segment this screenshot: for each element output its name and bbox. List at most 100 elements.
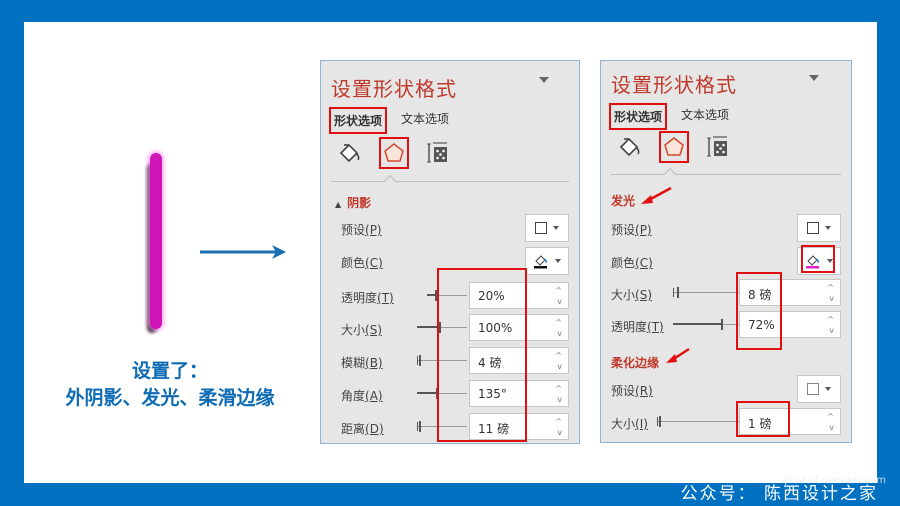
- selected-tab-pointer: [662, 167, 678, 183]
- color-dropdown[interactable]: [525, 247, 569, 275]
- spin-up-icon[interactable]: ^: [827, 413, 834, 421]
- size-key: (S): [365, 323, 382, 337]
- section-glow[interactable]: 发光: [611, 192, 635, 209]
- angle-label: 角度: [341, 389, 366, 403]
- spin-up-icon[interactable]: ^: [555, 385, 562, 393]
- category-icons: [615, 131, 733, 163]
- spin-up-icon[interactable]: ^: [827, 284, 834, 292]
- spin-down-icon[interactable]: v: [557, 298, 562, 306]
- glow-transparency-label: 透明度: [611, 320, 648, 334]
- right-arrow-icon: [200, 245, 286, 259]
- glow-color-label: 颜色: [611, 256, 636, 270]
- highlight-box: [801, 245, 835, 273]
- glow-transparency-slider[interactable]: [673, 319, 739, 330]
- caption: 设置了： 外阴影、发光、柔滑边缘: [30, 358, 310, 412]
- blur-key: (B): [365, 356, 383, 370]
- slider-thumb[interactable]: [419, 421, 421, 432]
- demo-rounded-bar: [150, 153, 162, 329]
- tab-shape-options[interactable]: 形状选项: [329, 107, 388, 134]
- color-label: 颜色: [341, 256, 366, 270]
- panel-tabs: 形状选项 文本选项: [329, 107, 453, 134]
- section-shadow[interactable]: ▲ 阴影: [335, 194, 371, 211]
- tab-text-options[interactable]: 文本选项: [677, 103, 733, 130]
- glow-preset-label: 预设: [611, 223, 636, 237]
- preset-dropdown[interactable]: [525, 214, 569, 242]
- distance-label: 距离: [341, 422, 366, 436]
- tab-shape-options[interactable]: 形状选项: [609, 103, 668, 130]
- soft-preset-dropdown[interactable]: [797, 375, 841, 403]
- format-shape-panel-shadow: 设置形状格式 形状选项 文本选项 ▲ 阴影 预设(P) 颜色(C) 透明度(T): [320, 60, 580, 444]
- highlight-box: [437, 268, 527, 442]
- row-glow-transparency: 透明度(T) 72% ^ v: [611, 311, 841, 339]
- row-soft-preset: 预设(R): [611, 375, 841, 403]
- section-soft-edges[interactable]: 柔化边缘: [611, 354, 659, 371]
- glow-size-label: 大小: [611, 288, 636, 302]
- chevron-down-icon: [553, 226, 559, 230]
- size-label: 大小: [341, 323, 366, 337]
- spin-up-icon[interactable]: ^: [555, 287, 562, 295]
- section-shadow-label: 阴影: [347, 196, 372, 210]
- transparency-label: 透明度: [341, 291, 378, 305]
- glow-size-slider[interactable]: [673, 287, 739, 298]
- glow-size-key: (S): [635, 288, 652, 302]
- effects-pentagon-icon[interactable]: [659, 131, 689, 163]
- collapse-triangle-icon: ▲: [335, 200, 342, 209]
- glow-preset-key: (P): [635, 223, 652, 237]
- fill-line-icon[interactable]: [615, 131, 645, 163]
- row-preset: 预设(P): [341, 214, 569, 242]
- spin-up-icon[interactable]: ^: [555, 319, 562, 327]
- spin-down-icon[interactable]: v: [557, 363, 562, 371]
- preset-label: 预设: [341, 223, 366, 237]
- divider: [331, 181, 569, 182]
- glow-preset-dropdown[interactable]: [797, 214, 841, 242]
- spin-down-icon[interactable]: v: [557, 396, 562, 404]
- preset-square-icon: [807, 383, 819, 395]
- highlight-box: [736, 401, 790, 437]
- row-glow-preset: 预设(P): [611, 214, 841, 242]
- spin-down-icon[interactable]: v: [829, 424, 834, 432]
- chevron-down-icon: [825, 226, 831, 230]
- blur-label: 模糊: [341, 356, 366, 370]
- size-properties-icon[interactable]: [423, 137, 453, 169]
- row-soft-size: 大小(I) 1 磅 ^ v: [611, 408, 841, 436]
- size-properties-icon[interactable]: [703, 131, 733, 163]
- spin-down-icon[interactable]: v: [829, 295, 834, 303]
- soft-preset-label: 预设: [611, 384, 636, 398]
- spin-down-icon[interactable]: v: [829, 327, 834, 335]
- fill-line-icon[interactable]: [335, 137, 365, 169]
- spin-up-icon[interactable]: ^: [555, 352, 562, 360]
- slider-thumb[interactable]: [677, 287, 679, 298]
- format-shape-panel-glow: 设置形状格式 形状选项 文本选项 发光 预设(P) 颜色(C) 大小(S) 8 …: [600, 60, 852, 443]
- spin-down-icon[interactable]: v: [557, 429, 562, 437]
- selected-tab-pointer: [382, 174, 398, 190]
- soft-preset-key: (R): [635, 384, 653, 398]
- panel-menu-caret-icon[interactable]: [539, 77, 549, 83]
- soft-size-label: 大小: [611, 417, 636, 431]
- panel-title: 设置形状格式: [331, 77, 457, 101]
- effects-pentagon-icon[interactable]: [379, 137, 409, 169]
- spin-down-icon[interactable]: v: [557, 330, 562, 338]
- soft-size-key: (I): [635, 417, 648, 431]
- preset-square-icon: [807, 222, 819, 234]
- panel-tabs: 形状选项 文本选项: [609, 103, 733, 130]
- distance-key: (D): [365, 422, 384, 436]
- panel-menu-caret-icon[interactable]: [809, 75, 819, 81]
- slider-thumb[interactable]: [721, 319, 723, 330]
- red-pointer-arrow-icon: [641, 186, 672, 204]
- chevron-down-icon: [555, 259, 561, 263]
- row-glow-size: 大小(S) 8 磅 ^ v: [611, 279, 841, 307]
- transparency-key: (T): [377, 291, 394, 305]
- spin-up-icon[interactable]: ^: [555, 418, 562, 426]
- soft-size-slider[interactable]: [657, 416, 743, 427]
- glow-color-key: (C): [635, 256, 653, 270]
- tab-text-options[interactable]: 文本选项: [397, 107, 453, 134]
- preset-key: (P): [365, 223, 382, 237]
- spin-up-icon[interactable]: ^: [827, 316, 834, 324]
- category-icons: [335, 137, 453, 169]
- slider-thumb[interactable]: [419, 355, 421, 366]
- red-pointer-arrow-icon: [666, 347, 690, 363]
- slider-thumb[interactable]: [659, 416, 661, 427]
- panel-title: 设置形状格式: [611, 73, 737, 97]
- caption-line-2: 外阴影、发光、柔滑边缘: [65, 387, 275, 409]
- paint-bucket-icon: [534, 255, 547, 269]
